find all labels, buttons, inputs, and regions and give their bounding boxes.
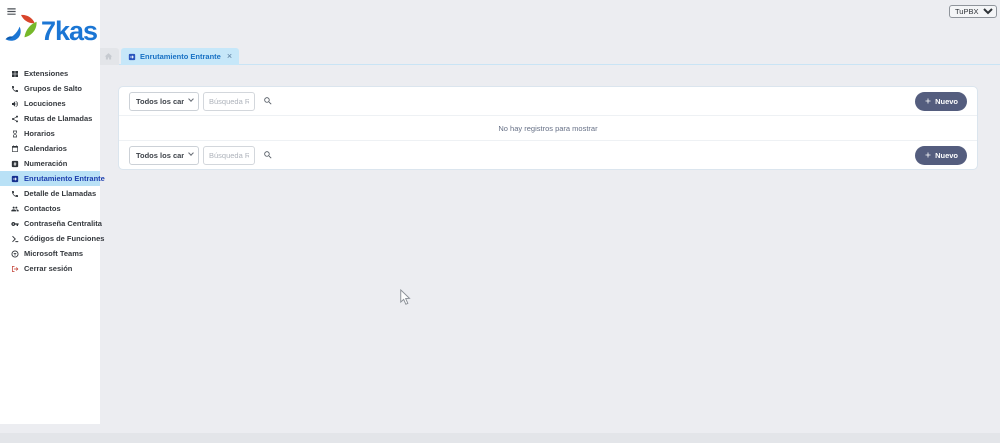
sidebar-item-contrasena-centralita[interactable]: Contraseña Centralita xyxy=(0,216,100,231)
tab-bar: Enrutamiento Entrante × xyxy=(97,48,1000,65)
quick-search-input[interactable] xyxy=(203,92,255,111)
inbound-route-icon xyxy=(11,175,19,183)
calendar-icon xyxy=(11,145,19,153)
plus-icon xyxy=(924,97,932,105)
field-filter: Todos los campos xyxy=(129,145,199,165)
sidebar-item-horarios[interactable]: Horarios xyxy=(0,126,100,141)
field-filter-select[interactable]: Todos los campos xyxy=(129,92,199,111)
field-filter: Todos los campos xyxy=(129,91,199,111)
new-button[interactable]: Nuevo xyxy=(915,92,967,111)
brand-name: 7kas xyxy=(41,17,97,46)
sidebar-item-label: Grupos de Salto xyxy=(24,84,82,93)
quick-search-input[interactable] xyxy=(203,146,255,165)
empty-state: No hay registros para mostrar xyxy=(119,116,977,140)
extensions-icon xyxy=(11,70,19,78)
field-filter-select[interactable]: Todos los campos xyxy=(129,146,199,165)
svg-text:#: # xyxy=(14,161,17,167)
sidebar-item-label: Extensiones xyxy=(24,69,68,78)
sidebar-item-label: Contraseña Centralita xyxy=(24,219,102,228)
sidebar-item-label: Horarios xyxy=(24,129,55,138)
tab-home[interactable] xyxy=(97,48,119,65)
sidebar-item-locuciones[interactable]: Locuciones xyxy=(0,96,100,111)
brand-logo: 7kas xyxy=(4,13,97,46)
search-icon[interactable] xyxy=(263,96,273,106)
call-routes-icon xyxy=(11,115,19,123)
tab-label: Enrutamiento Entrante xyxy=(140,52,221,61)
new-button-label: Nuevo xyxy=(935,97,958,106)
sidebar-item-cerrar-sesion[interactable]: Cerrar sesión xyxy=(0,261,100,276)
sidebar-item-microsoft-teams[interactable]: Microsoft Teams xyxy=(0,246,100,261)
sidebar-item-extensiones[interactable]: Extensiones xyxy=(0,66,100,81)
brand-bird-icon xyxy=(4,13,40,46)
sidebar-item-contactos[interactable]: Contactos xyxy=(0,201,100,216)
plus-icon xyxy=(924,151,932,159)
inbound-route-icon xyxy=(128,53,136,61)
sidebar-item-rutas-de-llamadas[interactable]: Rutas de Llamadas xyxy=(0,111,100,126)
close-icon[interactable]: × xyxy=(227,52,232,61)
window-bottom-edge xyxy=(0,433,1000,443)
logout-icon xyxy=(11,265,19,273)
sidebar-item-label: Rutas de Llamadas xyxy=(24,114,92,123)
sidebar-item-detalle-de-llamadas[interactable]: Detalle de Llamadas xyxy=(0,186,100,201)
sidebar-item-label: Calendarios xyxy=(24,144,67,153)
search-icon[interactable] xyxy=(263,150,273,160)
inbound-routes-panel: Todos los campos Nuevo No hay registros … xyxy=(118,86,978,170)
mouse-cursor xyxy=(399,289,411,306)
sidebar-menu: Extensiones Grupos de Salto Locuciones Ruta… xyxy=(0,66,100,276)
sidebar-item-label: Códigos de Funciones xyxy=(24,234,104,243)
sidebar-item-label: Cerrar sesión xyxy=(24,264,72,273)
jump-groups-icon xyxy=(11,85,19,93)
toolbar-bottom: Todos los campos Nuevo xyxy=(119,140,977,169)
sidebar: 7kas Extensiones Grupos de Salto Locucione… xyxy=(0,0,100,424)
teams-icon xyxy=(11,250,19,258)
feature-codes-icon xyxy=(11,235,19,243)
tenant-select[interactable]: TuPBX xyxy=(949,5,997,18)
tab-enrutamiento-entrante[interactable]: Enrutamiento Entrante × xyxy=(121,48,239,65)
contacts-icon xyxy=(11,205,19,213)
sidebar-item-label: Locuciones xyxy=(24,99,66,108)
sidebar-item-codigos-de-funciones[interactable]: Códigos de Funciones xyxy=(0,231,100,246)
tenant-selector: TuPBX xyxy=(949,1,997,19)
sidebar-item-numeracion[interactable]: # Numeración xyxy=(0,156,100,171)
new-button[interactable]: Nuevo xyxy=(915,146,967,165)
sidebar-item-label: Detalle de Llamadas xyxy=(24,189,96,198)
new-button-label: Nuevo xyxy=(935,151,958,160)
sidebar-item-label: Numeración xyxy=(24,159,67,168)
schedules-icon xyxy=(11,130,19,138)
numbering-icon: # xyxy=(11,160,19,168)
sidebar-item-label: Enrutamiento Entrante xyxy=(24,174,105,183)
call-detail-icon xyxy=(11,190,19,198)
sidebar-item-calendarios[interactable]: Calendarios xyxy=(0,141,100,156)
home-icon xyxy=(104,52,113,61)
sidebar-item-label: Contactos xyxy=(24,204,61,213)
empty-state-text: No hay registros para mostrar xyxy=(498,124,597,133)
sidebar-item-label: Microsoft Teams xyxy=(24,249,83,258)
sidebar-item-enrutamiento-entrante[interactable]: Enrutamiento Entrante xyxy=(0,171,100,186)
password-icon xyxy=(11,220,19,228)
audio-prompts-icon xyxy=(11,100,19,108)
toolbar-top: Todos los campos Nuevo xyxy=(119,87,977,116)
sidebar-item-grupos-de-salto[interactable]: Grupos de Salto xyxy=(0,81,100,96)
